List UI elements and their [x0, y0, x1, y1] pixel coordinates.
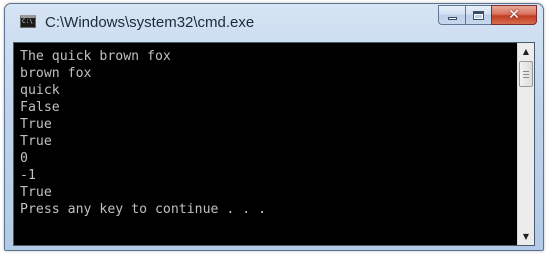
- scroll-down-button[interactable]: ▼: [518, 228, 534, 245]
- maximize-button[interactable]: [465, 5, 491, 25]
- console-line: True: [20, 134, 52, 149]
- console-line: brown fox: [20, 66, 92, 81]
- scroll-thumb[interactable]: [519, 61, 533, 87]
- console-line: -1: [20, 168, 36, 183]
- window-title: C:\Windows\system32\cmd.exe: [45, 14, 255, 31]
- console-line: True: [20, 185, 52, 200]
- scroll-up-button[interactable]: ▲: [518, 43, 534, 60]
- scroll-up-arrow-icon: ▲: [522, 46, 530, 56]
- console-output[interactable]: The quick brown fox brown fox quick False Tr…: [14, 43, 517, 245]
- console-window: C:\ C:\Windows\system32\cmd.exe ✕ The qu…: [4, 3, 544, 251]
- minimize-button[interactable]: [438, 5, 465, 25]
- minimize-icon: [447, 16, 457, 20]
- close-button[interactable]: ✕: [491, 5, 537, 25]
- console-line: The quick brown fox: [20, 49, 171, 64]
- console-client-area: The quick brown fox brown fox quick False Tr…: [13, 42, 535, 246]
- console-line: 0: [20, 151, 28, 166]
- vertical-scrollbar[interactable]: ▲ ▼: [517, 43, 534, 245]
- title-bar[interactable]: C:\ C:\Windows\system32\cmd.exe ✕: [5, 4, 543, 42]
- console-line: quick: [20, 83, 60, 98]
- close-icon: ✕: [508, 7, 520, 23]
- console-line: False: [20, 100, 60, 115]
- scroll-down-arrow-icon: ▼: [522, 231, 530, 241]
- cmd-console-icon[interactable]: C:\: [20, 15, 36, 28]
- thumb-grip-line: [523, 74, 529, 75]
- thumb-grip-line: [523, 77, 529, 78]
- maximize-icon: [473, 10, 484, 20]
- console-line: True: [20, 117, 52, 132]
- console-line: Press any key to continue . . .: [20, 202, 267, 217]
- window-controls: ✕: [438, 5, 537, 25]
- thumb-grip-line: [523, 71, 529, 72]
